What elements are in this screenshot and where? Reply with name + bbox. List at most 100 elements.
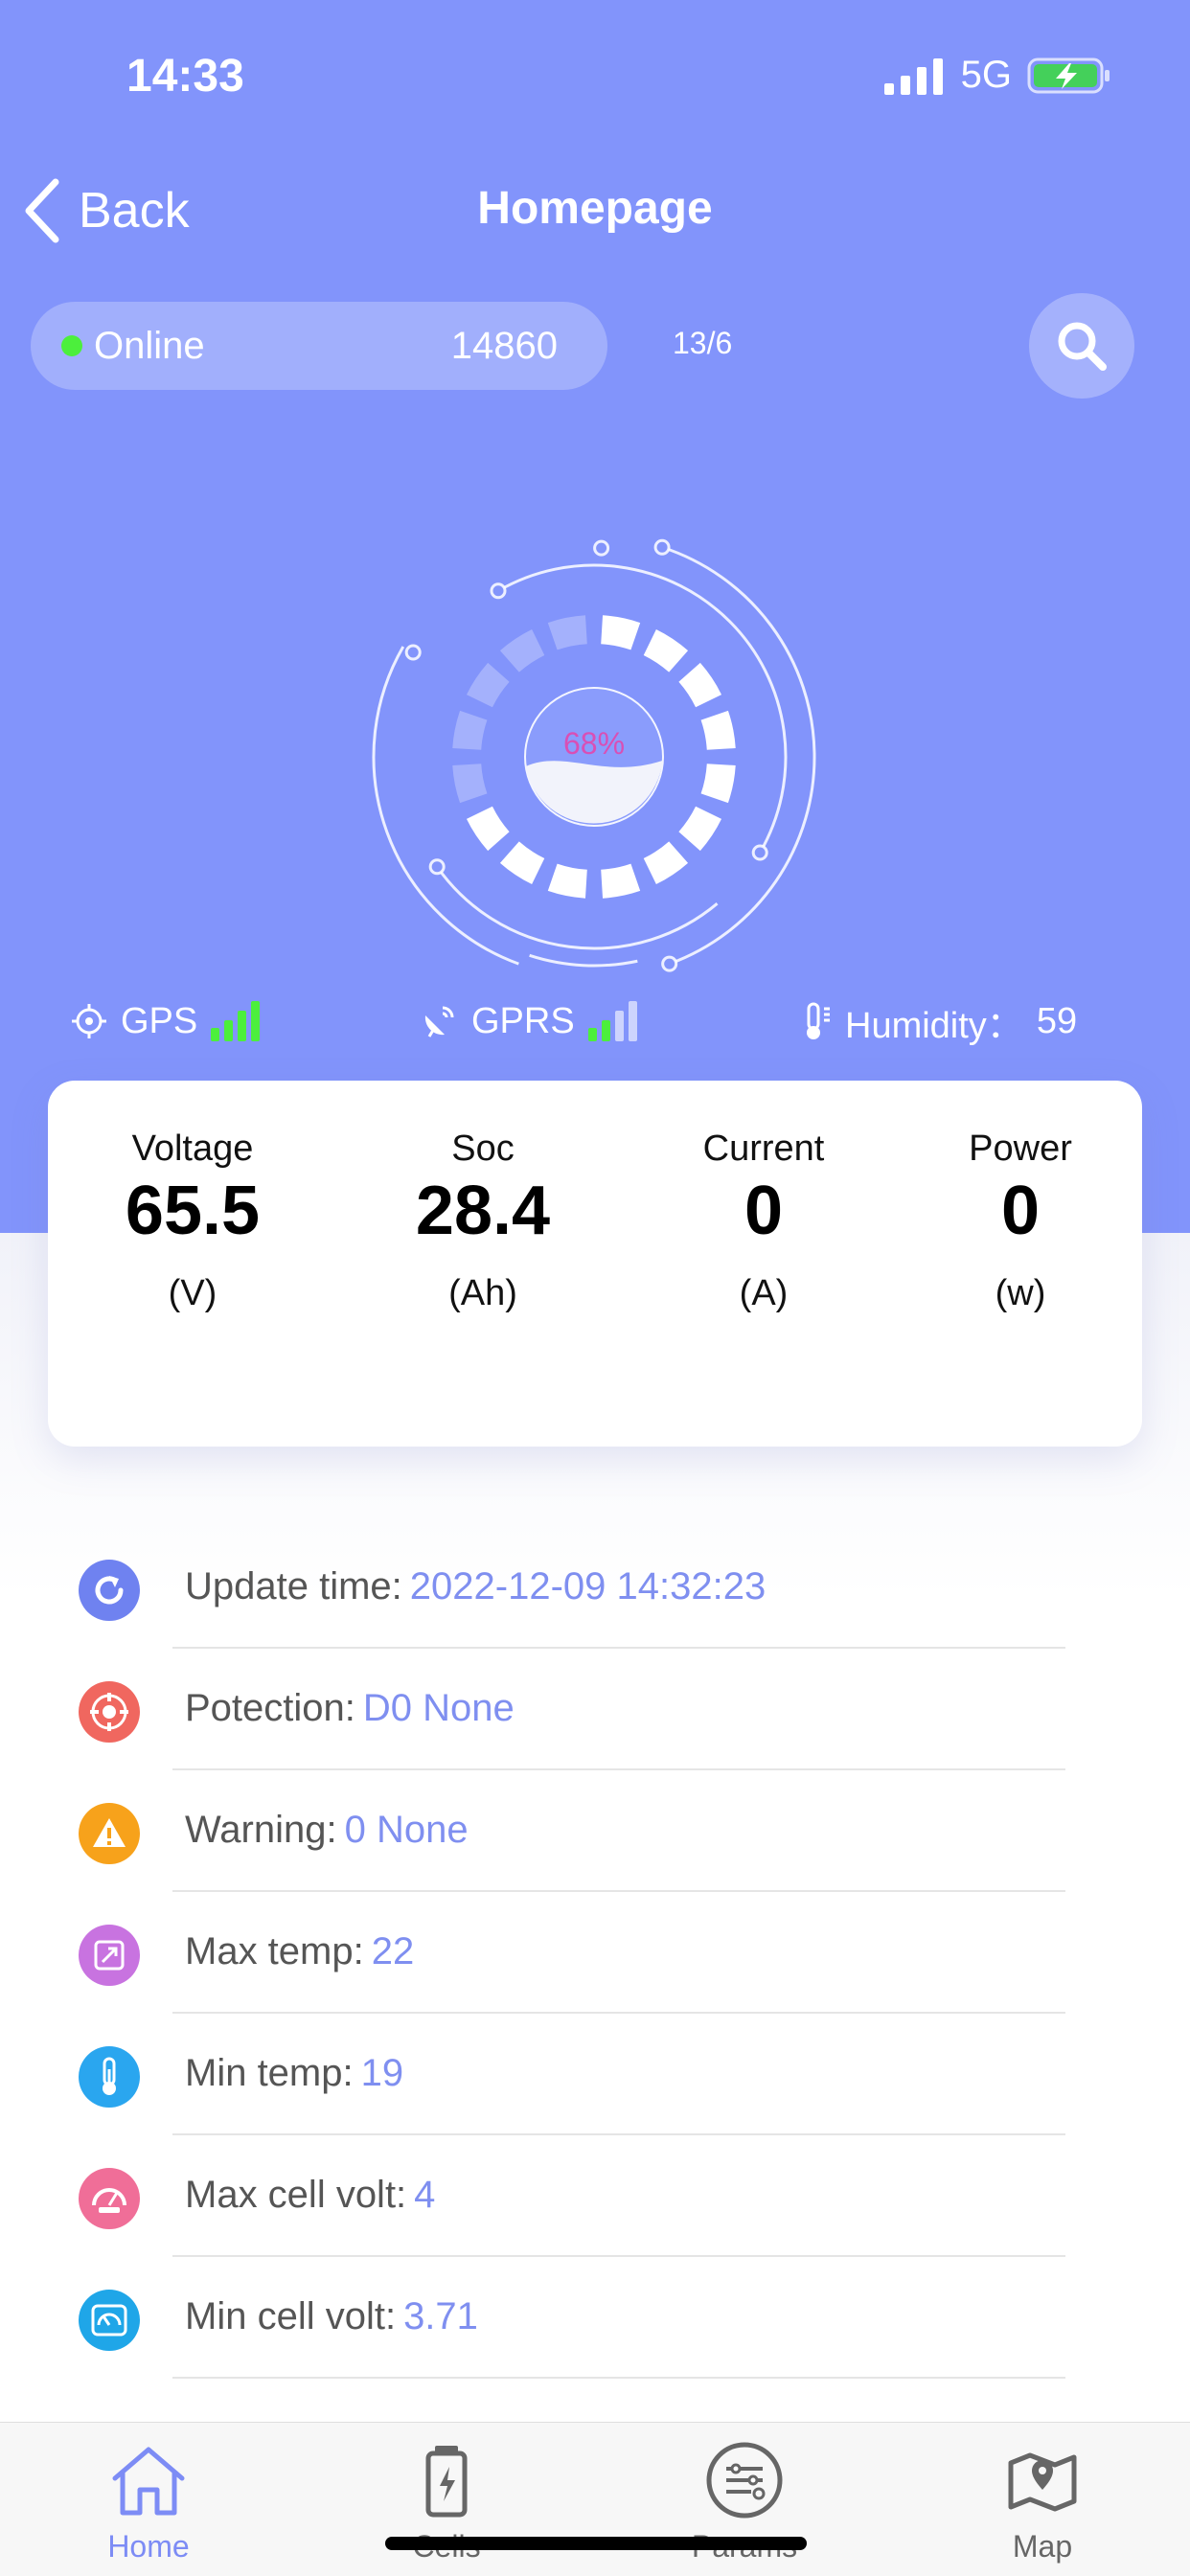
metric-unit: (V) [168, 1272, 217, 1313]
network-type: 5G [960, 54, 1012, 96]
online-dot-icon [61, 335, 82, 356]
gauge-node [490, 582, 507, 600]
gauge-segment [700, 764, 736, 804]
signal-bar [238, 1011, 247, 1041]
warning-icon [79, 1803, 140, 1864]
gauge-segment [643, 841, 689, 885]
info-row-min-cell-volt: Min cell volt: 3.71 [0, 2257, 1190, 2379]
gauge-node [661, 955, 678, 972]
signal-bar [224, 1020, 234, 1041]
metric-current: Current 0 (A) [703, 1128, 825, 1314]
gauge-node [593, 539, 610, 557]
humidity-label: Humidity： [845, 1005, 1023, 1046]
gauge-segment [466, 662, 510, 708]
info-label: Warning: [185, 1809, 337, 1851]
metric-unit: (Ah) [448, 1272, 517, 1313]
battery-icon [425, 2446, 468, 2518]
min-gauge-icon [79, 2290, 140, 2351]
info-label: Potection: [185, 1687, 355, 1729]
signal-bar [628, 1001, 637, 1041]
signal-bar [251, 1001, 261, 1041]
gauge-segment [452, 710, 488, 750]
gprs-indicator: GPRS [420, 992, 637, 1050]
gauge-percent-label: 68% [562, 726, 626, 761]
metric-power: Power 0 (w) [969, 1128, 1072, 1314]
info-value: 3.71 [403, 2295, 478, 2337]
info-label: Min cell volt: [185, 2295, 397, 2337]
metric-label: Voltage [131, 1128, 254, 1169]
gauge-segment [678, 806, 722, 852]
metric-unit: (w) [995, 1272, 1046, 1313]
info-value: 4 [414, 2174, 436, 2216]
gauge-node [404, 644, 422, 661]
home-icon [112, 2447, 185, 2516]
satellite-dish-icon [424, 1006, 454, 1037]
metric-label: Current [702, 1128, 825, 1169]
refresh-icon [79, 1560, 140, 1621]
gps-indicator: GPS [71, 992, 261, 1050]
tab-home[interactable]: Home [53, 2442, 244, 2565]
map-icon [1008, 2452, 1077, 2512]
metric-value: 0 [744, 1173, 784, 1249]
gauge-segment [601, 863, 641, 899]
gauge-segment [466, 806, 510, 852]
metric-soc: Soc 28.4 (Ah) [416, 1128, 550, 1314]
tab-label: Home [107, 2529, 190, 2564]
gauge-ring-arc [661, 545, 816, 966]
humidity-value: 59 [1036, 1000, 1078, 1041]
device-status: Online [94, 324, 205, 367]
signal-bar [211, 1028, 220, 1041]
search-button[interactable] [1029, 293, 1134, 399]
info-value: D0 None [362, 1687, 515, 1729]
info-row-protection: Potection: D0 None [0, 1649, 1190, 1770]
info-row-warning: Warning: 0 None [0, 1770, 1190, 1892]
metric-voltage: Voltage 65.5 (V) [126, 1128, 260, 1314]
metric-value: 28.4 [415, 1173, 551, 1249]
divider [172, 2377, 1065, 2379]
info-label: Min temp: [185, 2052, 354, 2094]
status-time: 14:33 [126, 51, 244, 102]
gauge-segment [499, 841, 545, 885]
max-temp-icon [79, 1925, 140, 1986]
gauge-segment [643, 628, 689, 672]
tab-label: Map [1012, 2529, 1073, 2564]
tab-map[interactable]: Map [947, 2442, 1138, 2565]
info-row-update-time: Update time: 2022-12-09 14:32:23 [0, 1527, 1190, 1649]
cellular-signal-icon [883, 57, 943, 95]
gauge-segment [678, 662, 722, 708]
info-row-max-temp: Max temp: 22 [0, 1892, 1190, 2014]
info-value: 2022-12-09 14:32:23 [409, 1565, 767, 1607]
bottom-tab-bar: Home Cells Params Map [0, 2422, 1190, 2576]
metric-label: Soc [451, 1128, 515, 1169]
device-count: 13/6 [673, 326, 733, 360]
thermometer-humidity-icon [807, 1002, 830, 1039]
gauge-segment [452, 764, 488, 804]
signal-bar [587, 1028, 597, 1041]
sliders-icon [706, 2442, 783, 2519]
humidity-indicator: Humidity： 59 [795, 992, 1077, 1050]
protection-icon [79, 1681, 140, 1743]
metric-unit: (A) [739, 1272, 789, 1313]
info-row-min-temp: Min temp: 19 [0, 2014, 1190, 2135]
device-id: 14860 [450, 324, 558, 367]
info-label: Update time: [185, 1565, 402, 1607]
gprs-signal-bars [587, 1001, 637, 1041]
battery-charging-icon [1027, 57, 1110, 93]
search-icon [1058, 322, 1107, 371]
info-row-max-cell-volt: Max cell volt: 4 [0, 2135, 1190, 2257]
gauge-node [751, 844, 768, 861]
home-indicator [385, 2537, 807, 2550]
info-value: 19 [360, 2052, 404, 2094]
thermometer-icon [79, 2046, 140, 2108]
signal-bar [614, 1011, 624, 1041]
max-gauge-icon [79, 2168, 140, 2229]
info-label: Max temp: [185, 1930, 364, 1972]
page-title: Homepage [477, 183, 713, 234]
gps-target-icon [72, 1004, 106, 1038]
gps-label: GPS [121, 1000, 198, 1041]
signal-bar [601, 1020, 610, 1041]
info-value: 22 [371, 1930, 415, 1972]
gprs-label: GPRS [471, 1000, 575, 1041]
device-status-pill[interactable]: Online 14860 [31, 302, 607, 390]
status-indicators: 5G [883, 54, 1113, 97]
